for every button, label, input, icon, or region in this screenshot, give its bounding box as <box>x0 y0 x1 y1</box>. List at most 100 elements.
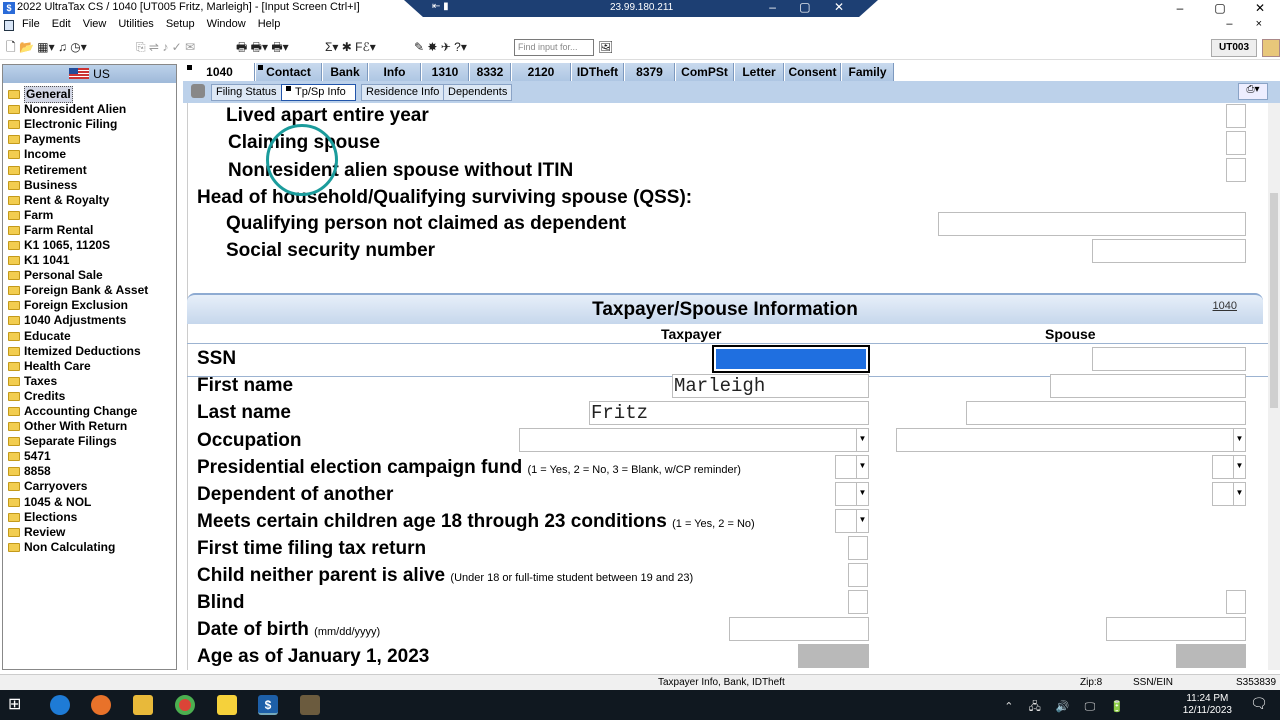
sidebar-item-foreign-bank-asset[interactable]: Foreign Bank & Asset <box>3 283 176 298</box>
sidebar-item-non-calculating[interactable]: Non Calculating <box>3 540 176 555</box>
sidebar-item-foreign-exclusion[interactable]: Foreign Exclusion <box>3 298 176 313</box>
sidebar-item-health-care[interactable]: Health Care <box>3 359 176 374</box>
tab-idtheft[interactable]: IDTheft <box>572 63 624 81</box>
sidebar-item-1040-adjustments[interactable]: 1040 Adjustments <box>3 313 176 328</box>
close-button[interactable]: ✕ <box>1240 0 1280 16</box>
sidebar-item-elections[interactable]: Elections <box>3 510 176 525</box>
tab-family[interactable]: Family <box>842 63 894 81</box>
find-input[interactable]: Find input for... <box>514 39 594 56</box>
sidebar-item-personal-sale[interactable]: Personal Sale <box>3 268 176 283</box>
menu-window[interactable]: Window <box>207 18 246 30</box>
file-explorer-icon[interactable] <box>133 695 153 715</box>
client-id-badge[interactable]: UT003 <box>1211 39 1257 57</box>
system-tray[interactable]: ⌃ 🖧 🔊 🖵 🔋 <box>1004 698 1130 717</box>
sidebar-item-separate-filings[interactable]: Separate Filings <box>3 434 176 449</box>
sidebar-item-k1-1041[interactable]: K1 1041 <box>3 253 176 268</box>
sidebar-item-payments[interactable]: Payments <box>3 132 176 147</box>
subtab-filing-status[interactable]: Filing Status <box>211 84 282 101</box>
ultratax-taskbar-icon[interactable]: $ <box>258 695 278 715</box>
chrome-icon[interactable] <box>175 695 195 715</box>
sidebar-item-review[interactable]: Review <box>3 525 176 540</box>
sidebar-item-1045-nol[interactable]: 1045 & NOL <box>3 495 176 510</box>
sidebar-item-rent-royalty[interactable]: Rent & Royalty <box>3 193 176 208</box>
calc-toolbar-icons[interactable]: Σ▾ ✱ Fℰ▾ <box>325 40 376 54</box>
subtab-dependents[interactable]: Dependents <box>443 84 513 101</box>
file-toolbar-icons[interactable]: 🗋 📂 ▦▾ ♫ ◷▾ <box>6 40 87 54</box>
hoh-ssn-input[interactable] <box>1092 239 1246 263</box>
menu-file[interactable]: File <box>22 18 40 30</box>
tab-consent[interactable]: Consent <box>785 63 841 81</box>
spouse-dependent-select[interactable]: ▼ <box>1212 482 1246 506</box>
remote-window-controls[interactable]: – ▢ ✕ <box>769 0 854 14</box>
print-preview-icon[interactable]: ⎙▾ <box>1238 83 1268 100</box>
print-toolbar-icons[interactable]: 🖶 🖶▾ 🖶▾ <box>236 40 289 54</box>
mdi-controls[interactable]: – × <box>1226 18 1272 30</box>
qualifying-person-input[interactable] <box>938 212 1246 236</box>
sidebar-item-credits[interactable]: Credits <box>3 389 176 404</box>
vertical-scrollbar[interactable] <box>1268 103 1280 670</box>
tab-1310[interactable]: 1310 <box>422 63 469 81</box>
taxpayer-dependent-select[interactable]: ▼ <box>835 482 869 506</box>
remote-session-bar[interactable]: ⇤ ▮ 23.99.180.211 – ▢ ✕ <box>404 0 878 17</box>
tab-contact[interactable]: Contact <box>256 63 322 81</box>
sidebar-item-general[interactable]: General <box>3 86 176 104</box>
sidebar-item-income[interactable]: Income <box>3 147 176 162</box>
app-taskbar-icon[interactable] <box>300 695 320 715</box>
sidebar-item-itemized-deductions[interactable]: Itemized Deductions <box>3 344 176 359</box>
taxpayer-pecf-select[interactable]: ▼ <box>835 455 869 479</box>
form-1040-link[interactable]: 1040 <box>1213 300 1237 312</box>
menu-setup[interactable]: Setup <box>166 18 195 30</box>
tab-2120[interactable]: 2120 <box>512 63 571 81</box>
checkbox-child-neither-parent[interactable] <box>848 563 868 587</box>
subtab-residence-info[interactable]: Residence Info <box>361 84 445 101</box>
sidebar-item-educate[interactable]: Educate <box>3 329 176 344</box>
menu-view[interactable]: View <box>83 18 107 30</box>
scrollbar-thumb[interactable] <box>1270 193 1278 408</box>
taxpayer-ssn-input[interactable] <box>712 345 870 373</box>
home-icon[interactable] <box>1262 39 1280 57</box>
document-icon[interactable] <box>4 20 14 31</box>
subtab-tp-sp-info[interactable]: Tp/Sp Info <box>281 84 356 101</box>
tab-8379[interactable]: 8379 <box>625 63 675 81</box>
sidebar-item-carryovers[interactable]: Carryovers <box>3 479 176 494</box>
sidebar-item-electronic-filing[interactable]: Electronic Filing <box>3 117 176 132</box>
sticky-notes-icon[interactable] <box>217 695 237 715</box>
spouse-ssn-input[interactable] <box>1092 347 1246 371</box>
screen-options-icon[interactable] <box>191 84 205 98</box>
tab-info[interactable]: Info <box>369 63 421 81</box>
sidebar-item-other-with-return[interactable]: Other With Return <box>3 419 176 434</box>
sidebar-item-taxes[interactable]: Taxes <box>3 374 176 389</box>
spouse-pecf-select[interactable]: ▼ <box>1212 455 1246 479</box>
checkbox-lived-apart[interactable] <box>1226 104 1246 128</box>
edge-browser-icon[interactable] <box>50 695 70 715</box>
taxpayer-occupation-select[interactable]: ▼ <box>519 428 869 452</box>
checkbox-spouse-blind[interactable] <box>1226 590 1246 614</box>
remote-pin-icon[interactable]: ⇤ ▮ <box>432 1 449 12</box>
sidebar-item-farm[interactable]: Farm <box>3 208 176 223</box>
sidebar-item-farm-rental[interactable]: Farm Rental <box>3 223 176 238</box>
tab-letter[interactable]: Letter <box>735 63 784 81</box>
sidebar-item-5471[interactable]: 5471 <box>3 449 176 464</box>
sidebar-item-accounting-change[interactable]: Accounting Change <box>3 404 176 419</box>
notifications-icon[interactable]: 🗨 <box>1250 695 1270 715</box>
tools-toolbar-icons[interactable]: ✎ ✸ ✈ ?▾ <box>414 40 467 54</box>
checkbox-nonresident-no-itin[interactable] <box>1226 158 1246 182</box>
edit-toolbar-icons[interactable]: ⎘ ⇌ ♪ ✓ ✉ <box>136 40 195 54</box>
spouse-first-name-input[interactable] <box>1050 374 1246 398</box>
checkbox-claiming-spouse[interactable] <box>1226 131 1246 155</box>
checkbox-taxpayer-blind[interactable] <box>848 590 868 614</box>
tab-8332[interactable]: 8332 <box>470 63 511 81</box>
taxpayer-children-select[interactable]: ▼ <box>835 509 869 533</box>
sidebar-item-nonresident-alien[interactable]: Nonresident Alien <box>3 102 176 117</box>
sidebar-item-business[interactable]: Business <box>3 178 176 193</box>
clock[interactable]: 11:24 PM 12/11/2023 <box>1183 693 1232 717</box>
sidebar-item-8858[interactable]: 8858 <box>3 464 176 479</box>
minimize-button[interactable]: – <box>1160 0 1200 16</box>
menu-edit[interactable]: Edit <box>52 18 71 30</box>
country-header[interactable]: US <box>3 65 176 83</box>
windows-start-icon[interactable]: ⊞ <box>8 695 28 715</box>
tab-1040[interactable]: 1040 <box>185 63 255 81</box>
sidebar-item-k1-1065[interactable]: K1 1065, 1120S <box>3 238 176 253</box>
sidebar-item-retirement[interactable]: Retirement <box>3 162 176 177</box>
firefox-icon[interactable] <box>91 695 111 715</box>
